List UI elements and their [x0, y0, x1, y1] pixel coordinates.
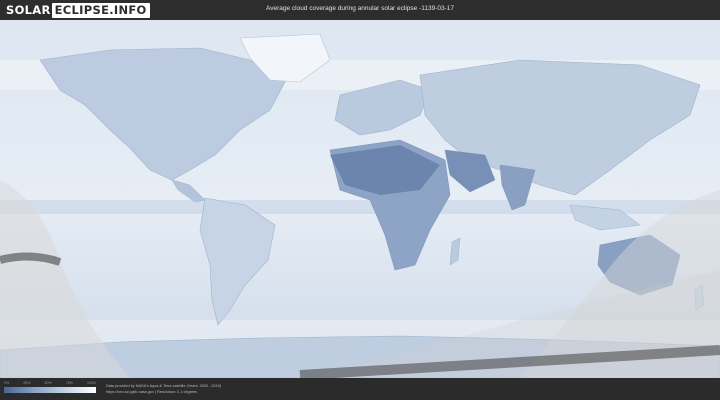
legend-ticks: 0% 25% 50% 75% 100% — [4, 381, 96, 386]
legend-tick: 100% — [87, 381, 96, 385]
footer-bar: 0% 25% 50% 75% 100% Data provided by NAS… — [0, 378, 720, 400]
legend-color-bar — [4, 387, 96, 393]
cloud-legend: 0% 25% 50% 75% 100% — [4, 381, 96, 393]
legend-tick: 25% — [23, 381, 31, 385]
data-credits: Data provided by NASA's Aqua & Terra sat… — [106, 383, 221, 395]
cloud-coverage-map — [0, 20, 720, 378]
header-bar: SOLAR ECLIPSE.INFO Average cloud coverag… — [0, 0, 720, 20]
legend-tick: 50% — [44, 381, 52, 385]
legend-tick: 75% — [65, 381, 73, 385]
page-title: Average cloud coverage during annular so… — [265, 5, 455, 12]
world-map-svg — [0, 20, 720, 378]
legend-tick: 0% — [4, 381, 10, 385]
credits-line-url[interactable]: https://neo.sci.gsfc.nasa.gov | Resoluti… — [106, 389, 221, 395]
